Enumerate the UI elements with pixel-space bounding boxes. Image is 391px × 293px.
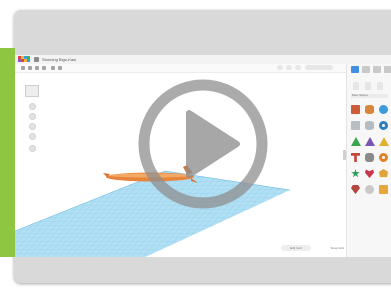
gem-shape-icon[interactable] [351, 185, 360, 194]
torus-shape-icon[interactable] [379, 121, 388, 130]
flip-icon[interactable] [295, 65, 301, 70]
cone-shape-icon[interactable] [365, 137, 375, 146]
home-view-icon[interactable] [29, 103, 36, 110]
text-shape-icon[interactable] [351, 153, 360, 162]
shape-category-select[interactable]: Basic Shapes [351, 94, 388, 98]
rounded-box-shape-icon[interactable] [365, 153, 374, 162]
shape-grid [351, 105, 390, 194]
panel-tabs [351, 66, 391, 73]
cylinder-hole-shape-icon[interactable] [365, 121, 374, 130]
export-button[interactable] [365, 82, 371, 90]
wedge-shape-icon[interactable] [379, 185, 388, 194]
tab-3d-design[interactable] [351, 66, 359, 73]
grid-menu-icon[interactable] [34, 57, 39, 62]
panel-quick-actions [353, 82, 383, 90]
paste-icon[interactable] [28, 66, 32, 70]
light-icon[interactable] [277, 65, 283, 70]
delete-icon[interactable] [42, 66, 46, 70]
shapes-panel: Basic Shapes [343, 64, 391, 257]
duplicate-icon[interactable] [35, 66, 39, 70]
copy-icon[interactable] [21, 66, 25, 70]
accent-bar [0, 48, 15, 257]
edit-grid-button[interactable]: Edit Grid [281, 245, 311, 251]
import-button[interactable] [353, 82, 359, 90]
half-sphere-shape-icon[interactable] [365, 185, 374, 194]
tab-tinker[interactable] [373, 66, 381, 73]
send-to-button[interactable] [377, 82, 383, 90]
redo-icon[interactable] [58, 66, 62, 70]
align-icon[interactable] [286, 65, 292, 70]
perspective-icon[interactable] [29, 145, 36, 152]
viewcube-icon[interactable] [25, 85, 39, 97]
box-shape-icon[interactable] [351, 105, 360, 114]
tab-codeblocks[interactable] [362, 66, 370, 73]
app-logo [18, 56, 30, 62]
tab-extra[interactable] [384, 66, 391, 73]
roof-shape-icon[interactable] [351, 137, 361, 146]
undo-icon[interactable] [51, 66, 55, 70]
zoom-in-icon[interactable] [29, 123, 36, 130]
cylinder-shape-icon[interactable] [365, 105, 374, 114]
group-ungroup-buttons[interactable] [305, 65, 333, 70]
heart-shape-icon[interactable] [365, 169, 374, 178]
panel-collapse-handle[interactable] [343, 150, 346, 160]
snap-grid-label[interactable]: Snap Grid [330, 245, 344, 251]
zoom-out-icon[interactable] [29, 133, 36, 140]
box-hole-shape-icon[interactable] [351, 121, 360, 130]
icosahedron-shape-icon[interactable] [379, 169, 388, 178]
sphere-shape-icon[interactable] [379, 105, 388, 114]
toolbar [15, 64, 391, 73]
pyramid-shape-icon[interactable] [379, 137, 389, 146]
tube-shape-icon[interactable] [379, 153, 388, 162]
star-shape-icon[interactable] [351, 169, 360, 178]
fit-view-icon[interactable] [29, 113, 36, 120]
play-button-icon[interactable] [138, 79, 268, 209]
design-title[interactable]: Stunning Bigo-Kasi [42, 56, 76, 63]
